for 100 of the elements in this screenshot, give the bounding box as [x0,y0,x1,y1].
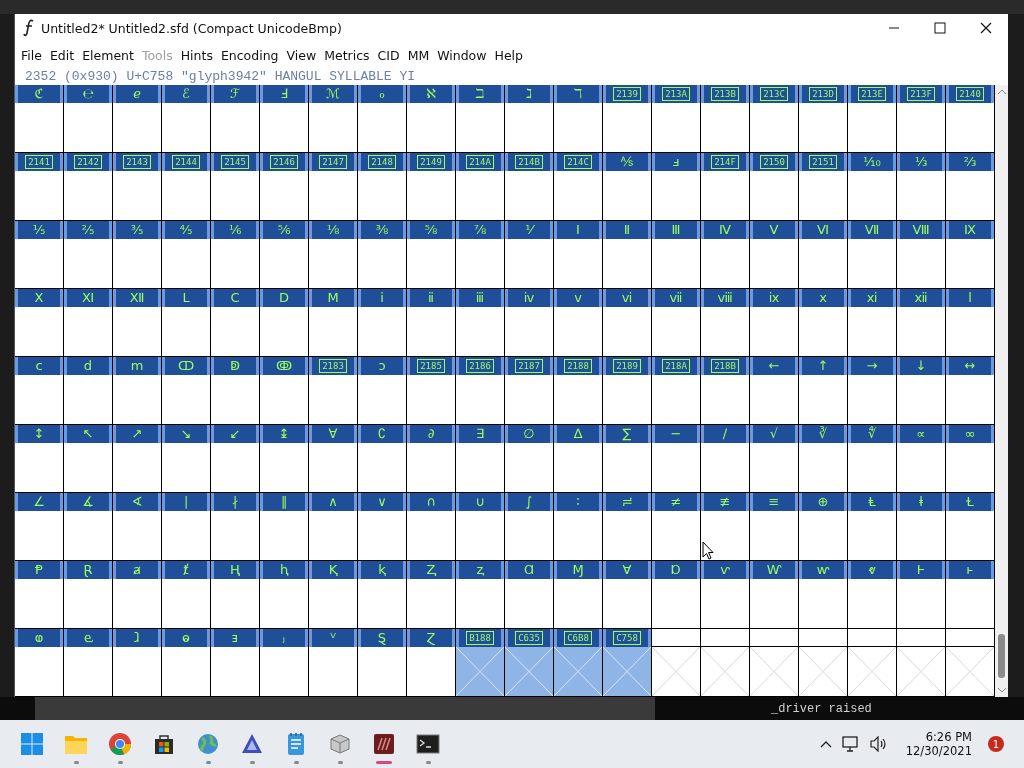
menu-item[interactable]: View [286,47,317,63]
glyph-cell[interactable] [799,511,847,561]
glyph-cell[interactable] [750,375,798,425]
glyph-cell[interactable] [750,307,798,357]
glyph-cell[interactable] [260,579,308,629]
glyph-cell[interactable] [162,307,210,357]
glyph-cell[interactable] [64,375,112,425]
glyph-cell[interactable] [750,103,798,153]
glyph-cell[interactable] [554,443,602,493]
glyph-cell[interactable] [358,647,406,697]
glyph-cell[interactable] [946,511,994,561]
glyph-cell[interactable] [701,171,749,221]
glyph-cell[interactable] [211,579,259,629]
glyph-cell[interactable] [260,103,308,153]
glyph-cell[interactable] [946,443,994,493]
glyph-cell[interactable] [260,239,308,289]
glyph-cell[interactable] [113,511,161,561]
glyph-cell[interactable] [701,375,749,425]
glyph-cell[interactable] [652,511,700,561]
glyph-cell[interactable] [750,171,798,221]
glyph-cell[interactable] [750,443,798,493]
glyph-cell[interactable] [701,239,749,289]
glyph-cell[interactable] [64,307,112,357]
glyph-cell[interactable] [603,375,651,425]
glyph-cell[interactable] [211,171,259,221]
glyph-cell[interactable] [358,239,406,289]
triangle-icon[interactable] [240,732,264,756]
glyph-cell[interactable] [946,375,994,425]
glyph-cell[interactable] [15,103,63,153]
terminal-icon[interactable] [416,734,440,754]
windows-logo-icon[interactable] [20,732,44,756]
glyph-cell[interactable] [505,103,553,153]
glyph-cell[interactable] [554,307,602,357]
glyph-cell[interactable] [309,511,357,561]
notification-badge[interactable]: 1 [988,736,1004,752]
glyph-cell[interactable] [750,239,798,289]
glyph-cell[interactable] [652,103,700,153]
glyph-cell[interactable] [309,103,357,153]
glyph-cell[interactable] [358,375,406,425]
glyph-cell[interactable] [946,307,994,357]
glyph-cell[interactable] [848,511,896,561]
glyph-cell[interactable] [897,443,945,493]
browser-icon[interactable] [108,732,132,756]
glyph-cell[interactable] [652,239,700,289]
glyph-cell[interactable] [211,239,259,289]
glyph-cell[interactable] [799,443,847,493]
glyph-cell[interactable] [505,375,553,425]
glyph-cell[interactable] [260,443,308,493]
glyph-cell[interactable] [554,171,602,221]
glyph-cell[interactable] [260,375,308,425]
glyph-cell[interactable] [603,171,651,221]
glyph-cell[interactable] [946,103,994,153]
glyph-cell[interactable] [946,239,994,289]
glyph-cell[interactable] [113,375,161,425]
glyph-cell[interactable] [652,647,700,697]
box-icon[interactable] [328,733,352,755]
glyph-cell[interactable] [260,171,308,221]
glyph-cell[interactable] [946,171,994,221]
glyph-cell[interactable] [848,307,896,357]
glyph-cell[interactable] [799,171,847,221]
glyph-cell[interactable] [456,171,504,221]
maximize-icon[interactable] [934,22,946,34]
glyph-cell[interactable] [897,239,945,289]
close-icon[interactable] [980,22,992,34]
glyph-cell[interactable] [603,511,651,561]
glyph-cell[interactable] [64,103,112,153]
glyph-cell[interactable] [15,239,63,289]
glyph-cell[interactable] [603,239,651,289]
glyph-cell[interactable] [750,647,798,697]
glyph-cell[interactable] [897,511,945,561]
glyph-cell[interactable] [848,579,896,629]
glyph-cell[interactable] [162,171,210,221]
glyph-cell[interactable] [358,443,406,493]
menu-item[interactable]: Help [494,47,523,63]
glyph-cell[interactable] [309,239,357,289]
menu-item[interactable]: Hints [180,47,213,63]
glyph-cell[interactable] [799,647,847,697]
glyph-cell[interactable] [211,103,259,153]
glyph-cell[interactable] [456,307,504,357]
glyph-cell[interactable] [211,307,259,357]
glyph-cell[interactable] [897,579,945,629]
glyph-cell[interactable] [897,647,945,697]
glyph-cell[interactable] [554,375,602,425]
glyph-cell[interactable] [554,103,602,153]
glyph-cell[interactable] [260,307,308,357]
menu-item[interactable]: Metrics [324,47,370,63]
glyph-cell[interactable] [897,103,945,153]
glyph-cell[interactable] [603,443,651,493]
glyph-cell[interactable] [407,375,455,425]
glyph-cell[interactable] [407,307,455,357]
glyph-cell[interactable] [848,239,896,289]
glyph-cell[interactable] [162,511,210,561]
clock-date[interactable]: 12/30/2021 [905,744,972,758]
glyph-cell[interactable] [309,579,357,629]
scrollbar-thumb[interactable] [998,634,1005,678]
menu-item[interactable]: MM [407,47,430,63]
glyph-cell[interactable] [309,647,357,697]
glyph-cell[interactable] [64,579,112,629]
glyph-cell[interactable] [358,103,406,153]
glyph-cell[interactable] [64,443,112,493]
